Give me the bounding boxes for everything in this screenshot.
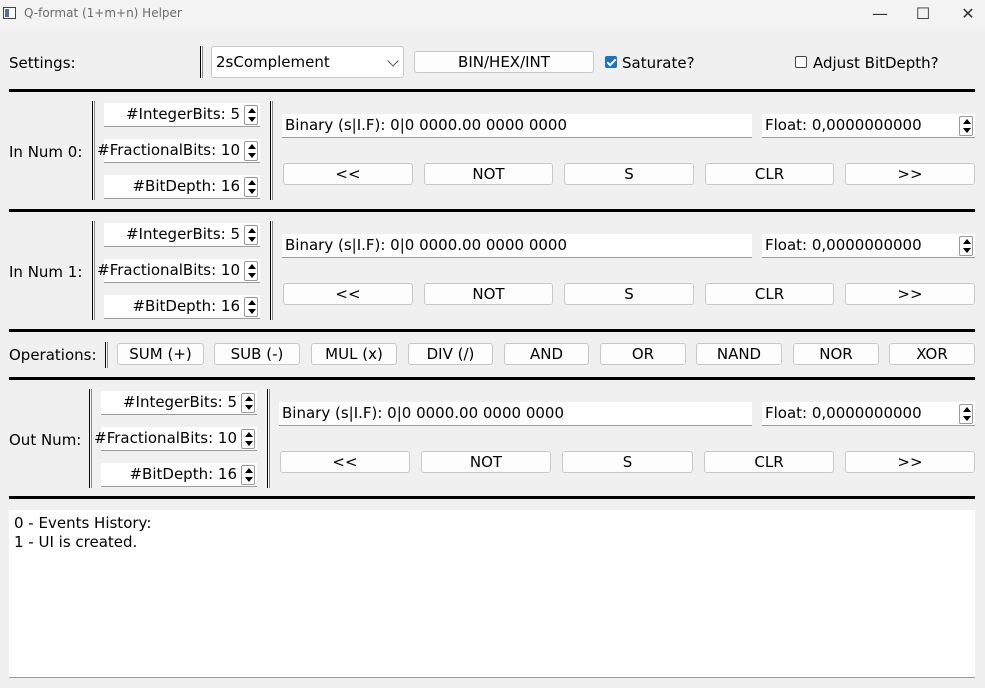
in1-integer-bits-value: #IntegerBits: 5 xyxy=(125,225,240,243)
mode-select[interactable]: 2sComplement xyxy=(211,46,404,78)
in-num-0-label: In Num 0: xyxy=(9,143,83,161)
mode-select-value: 2sComplement xyxy=(216,53,330,71)
separator xyxy=(92,101,95,200)
in0-shift-left-button[interactable]: << xyxy=(283,163,413,185)
in1-fractional-bits-spinbox[interactable]: #FractionalBits: 10 xyxy=(97,259,260,283)
in0-bit-depth-spinbox[interactable]: #BitDepth: 16 xyxy=(104,175,260,199)
or-button[interactable]: OR xyxy=(600,343,686,365)
sub-button[interactable]: SUB (-) xyxy=(214,343,300,365)
separator xyxy=(89,389,92,488)
spin-arrows-icon[interactable] xyxy=(959,404,973,424)
saturate-checkbox[interactable] xyxy=(605,56,617,68)
xor-button[interactable]: XOR xyxy=(889,343,975,365)
log-line: 0 - Events History: xyxy=(14,514,152,532)
spin-arrows-icon[interactable] xyxy=(244,297,258,317)
in1-not-button[interactable]: NOT xyxy=(424,283,553,305)
in0-integer-bits-value: #IntegerBits: 5 xyxy=(125,105,240,123)
and-button[interactable]: AND xyxy=(504,343,589,365)
close-icon[interactable]: ✕ xyxy=(945,4,985,24)
out-shift-left-button[interactable]: << xyxy=(280,451,410,473)
minimize-icon[interactable]: — xyxy=(857,4,903,24)
in0-shift-right-button[interactable]: >> xyxy=(845,163,975,185)
nor-button[interactable]: NOR xyxy=(793,343,879,365)
bin-hex-int-button[interactable]: BIN/HEX/INT xyxy=(414,51,594,73)
divider xyxy=(9,496,975,499)
in0-float-spinbox[interactable]: Float: 0,0000000000 xyxy=(762,114,975,138)
spin-arrows-icon[interactable] xyxy=(244,141,258,161)
nand-button[interactable]: NAND xyxy=(696,343,782,365)
in1-bit-depth-value: #BitDepth: 16 xyxy=(132,297,240,315)
in0-fractional-bits-spinbox[interactable]: #FractionalBits: 10 xyxy=(97,139,260,163)
chevron-down-icon xyxy=(387,55,399,67)
divider xyxy=(9,377,975,380)
div-button[interactable]: DIV (/) xyxy=(408,343,493,365)
divider xyxy=(9,329,975,332)
out-float-spinbox[interactable]: Float: 0,0000000000 xyxy=(762,402,975,426)
out-sign-button[interactable]: S xyxy=(562,451,693,473)
spin-arrows-icon[interactable] xyxy=(244,105,258,125)
in0-not-button[interactable]: NOT xyxy=(424,163,553,185)
in1-fractional-bits-value: #FractionalBits: 10 xyxy=(97,261,240,279)
divider xyxy=(9,209,975,212)
spin-arrows-icon[interactable] xyxy=(241,393,255,413)
out-fractional-bits-value: #FractionalBits: 10 xyxy=(94,429,237,447)
in0-integer-bits-spinbox[interactable]: #IntegerBits: 5 xyxy=(104,103,260,127)
in1-clear-button[interactable]: CLR xyxy=(705,283,834,305)
separator xyxy=(267,389,270,488)
in-num-1-label: In Num 1: xyxy=(9,263,83,281)
in1-integer-bits-spinbox[interactable]: #IntegerBits: 5 xyxy=(104,223,260,247)
operations-label: Operations: xyxy=(9,346,97,364)
mul-button[interactable]: MUL (x) xyxy=(311,343,397,365)
in1-bit-depth-spinbox[interactable]: #BitDepth: 16 xyxy=(104,295,260,319)
out-clear-button[interactable]: CLR xyxy=(704,451,834,473)
out-not-button[interactable]: NOT xyxy=(421,451,551,473)
in1-binary-field[interactable]: Binary (s|I.F): 0|0 0000.00 0000 0000 xyxy=(282,234,752,258)
log-line: 1 - UI is created. xyxy=(14,533,138,551)
adjust-bitdepth-checkbox[interactable] xyxy=(795,56,807,68)
out-shift-right-button[interactable]: >> xyxy=(845,451,975,473)
events-history-log[interactable]: 0 - Events History: 1 - UI is created. xyxy=(9,510,975,678)
saturate-label: Saturate? xyxy=(622,54,695,72)
out-bit-depth-spinbox[interactable]: #BitDepth: 16 xyxy=(101,463,257,487)
spin-arrows-icon[interactable] xyxy=(244,177,258,197)
separator xyxy=(270,101,273,200)
spin-arrows-icon[interactable] xyxy=(244,225,258,245)
spin-arrows-icon[interactable] xyxy=(959,116,973,136)
maximize-icon[interactable]: ☐ xyxy=(900,4,946,24)
separator xyxy=(105,342,108,368)
separator xyxy=(270,221,273,320)
in1-float-value: Float: 0,0000000000 xyxy=(765,236,922,254)
out-integer-bits-spinbox[interactable]: #IntegerBits: 5 xyxy=(101,391,257,415)
out-num-label: Out Num: xyxy=(9,431,82,449)
spin-arrows-icon[interactable] xyxy=(241,429,255,449)
spin-arrows-icon[interactable] xyxy=(959,236,973,256)
sum-button[interactable]: SUM (+) xyxy=(117,343,204,365)
out-fractional-bits-spinbox[interactable]: #FractionalBits: 10 xyxy=(94,427,257,451)
separator xyxy=(200,46,203,78)
out-integer-bits-value: #IntegerBits: 5 xyxy=(122,393,237,411)
in1-shift-left-button[interactable]: << xyxy=(283,283,413,305)
in0-clear-button[interactable]: CLR xyxy=(705,163,834,185)
in0-binary-field[interactable]: Binary (s|I.F): 0|0 0000.00 0000 0000 xyxy=(282,114,752,138)
separator xyxy=(92,221,95,320)
out-binary-field[interactable]: Binary (s|I.F): 0|0 0000.00 0000 0000 xyxy=(279,402,752,426)
settings-label: Settings: xyxy=(9,54,76,72)
in0-sign-button[interactable]: S xyxy=(564,163,694,185)
in0-bit-depth-value: #BitDepth: 16 xyxy=(132,177,240,195)
out-bit-depth-value: #BitDepth: 16 xyxy=(129,465,237,483)
in0-fractional-bits-value: #FractionalBits: 10 xyxy=(97,141,240,159)
in1-float-spinbox[interactable]: Float: 0,0000000000 xyxy=(762,234,975,258)
spin-arrows-icon[interactable] xyxy=(244,261,258,281)
in1-shift-right-button[interactable]: >> xyxy=(845,283,975,305)
spin-arrows-icon[interactable] xyxy=(241,465,255,485)
out-float-value: Float: 0,0000000000 xyxy=(765,404,922,422)
adjust-bitdepth-label: Adjust BitDepth? xyxy=(813,54,939,72)
in0-float-value: Float: 0,0000000000 xyxy=(765,116,922,134)
in1-sign-button[interactable]: S xyxy=(564,283,694,305)
divider xyxy=(9,89,975,92)
app-icon xyxy=(3,7,16,19)
window-title: Q-format (1+m+n) Helper xyxy=(24,6,182,20)
